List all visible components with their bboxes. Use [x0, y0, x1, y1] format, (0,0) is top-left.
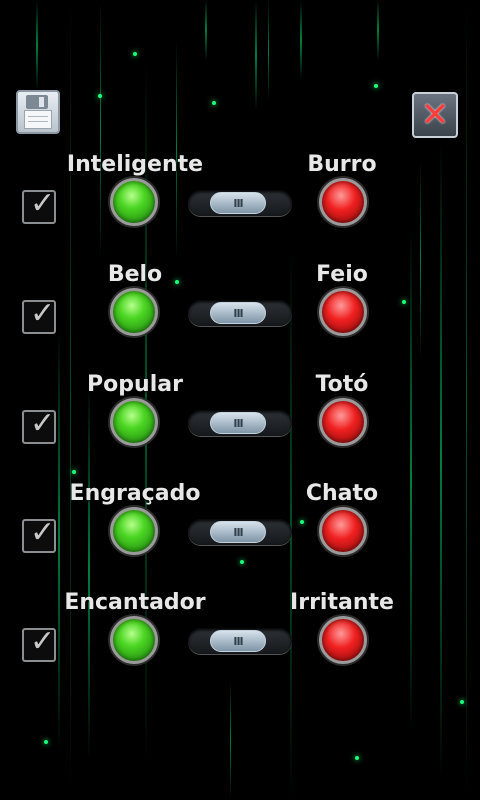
negative-label: Chato	[305, 481, 379, 506]
negative-label: Feio	[316, 262, 368, 287]
slider-thumb[interactable]: III	[210, 630, 266, 652]
trait-row: Inteligente Burro ✓ III	[0, 152, 480, 262]
slider-thumb[interactable]: III	[210, 302, 266, 324]
negative-label: Burro	[307, 152, 377, 177]
trait-row: Engraçado Chato ✓ III	[0, 481, 480, 591]
slider-thumb[interactable]: III	[210, 192, 266, 214]
negative-button[interactable]	[319, 398, 367, 446]
negative-label: Irritante	[290, 590, 394, 615]
slider-track[interactable]: III	[188, 410, 292, 436]
slider-thumb[interactable]: III	[210, 412, 266, 434]
grip-icon: III	[233, 196, 243, 210]
floppy-shutter	[26, 95, 48, 109]
close-icon: ✕	[420, 95, 450, 135]
grip-icon: III	[233, 634, 243, 648]
positive-button[interactable]	[110, 178, 158, 226]
row-checkbox[interactable]: ✓	[22, 515, 56, 553]
row-checkbox[interactable]: ✓	[22, 624, 56, 662]
trait-row: Encantador Irritante ✓ III	[0, 590, 480, 700]
positive-button[interactable]	[110, 507, 158, 555]
positive-label: Belo	[107, 262, 163, 287]
negative-button[interactable]	[319, 616, 367, 664]
positive-label: Inteligente	[66, 152, 204, 177]
row-checkbox[interactable]: ✓	[22, 186, 56, 224]
trait-row: Popular Totó ✓ III	[0, 372, 480, 482]
floppy-disk-icon[interactable]	[16, 90, 60, 134]
negative-button[interactable]	[319, 288, 367, 336]
check-icon: ✓	[30, 406, 56, 441]
slider-track[interactable]: III	[188, 519, 292, 545]
close-button[interactable]: ✕	[412, 92, 458, 138]
grip-icon: III	[233, 525, 243, 539]
grip-icon: III	[233, 306, 243, 320]
negative-button[interactable]	[319, 178, 367, 226]
positive-button[interactable]	[110, 288, 158, 336]
positive-button[interactable]	[110, 616, 158, 664]
positive-label: Engraçado	[69, 481, 201, 506]
trait-row: Belo Feio ✓ III	[0, 262, 480, 372]
slider-thumb[interactable]: III	[210, 521, 266, 543]
slider-track[interactable]: III	[188, 190, 292, 216]
positive-label: Encantador	[64, 590, 206, 615]
positive-button[interactable]	[110, 398, 158, 446]
check-icon: ✓	[30, 515, 56, 550]
negative-button[interactable]	[319, 507, 367, 555]
check-icon: ✓	[30, 296, 56, 331]
grip-icon: III	[233, 416, 243, 430]
slider-track[interactable]: III	[188, 628, 292, 654]
check-icon: ✓	[30, 186, 56, 221]
positive-label: Popular	[87, 372, 183, 397]
check-icon: ✓	[30, 624, 56, 659]
slider-track[interactable]: III	[188, 300, 292, 326]
row-checkbox[interactable]: ✓	[22, 406, 56, 444]
row-checkbox[interactable]: ✓	[22, 296, 56, 334]
negative-label: Totó	[315, 372, 369, 397]
floppy-label	[24, 110, 52, 129]
